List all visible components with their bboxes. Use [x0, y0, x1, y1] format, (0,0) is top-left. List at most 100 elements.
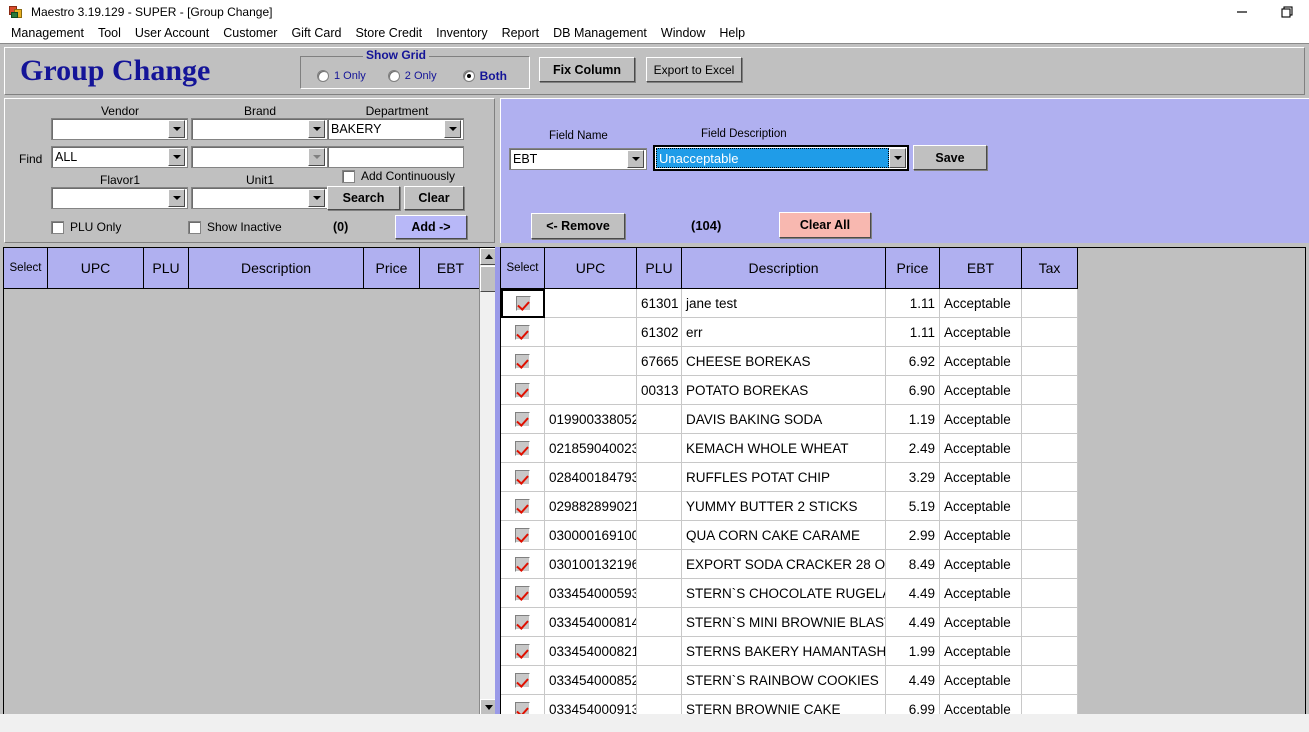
- left-col-select[interactable]: Select: [4, 248, 48, 289]
- show-inactive-checkbox[interactable]: Show Inactive: [188, 220, 282, 234]
- right-selection-grid[interactable]: Select UPC PLU Description Price EBT Tax…: [500, 247, 1306, 732]
- table-row[interactable]: 029882899021 YUMMY BUTTER 2 STICKS 5.19 Acc…: [501, 492, 1305, 521]
- left-grid-vscrollbar[interactable]: [479, 248, 497, 716]
- department-combobox[interactable]: BAKERY: [327, 118, 464, 140]
- table-row[interactable]: 030000169100 QUA CORN CAKE CARAME 2.99 Acce…: [501, 521, 1305, 550]
- row-select-checkbox[interactable]: [501, 463, 545, 492]
- left-col-plu[interactable]: PLU: [144, 248, 189, 289]
- find-combobox[interactable]: ALL: [51, 146, 188, 168]
- add-button[interactable]: Add ->: [395, 215, 467, 239]
- chevron-down-icon[interactable]: [308, 148, 325, 166]
- left-col-price[interactable]: Price: [364, 248, 420, 289]
- right-col-upc[interactable]: UPC: [545, 248, 637, 289]
- maestro-app-icon: [8, 4, 24, 20]
- chevron-down-icon[interactable]: [168, 189, 185, 207]
- brand-combobox[interactable]: [191, 118, 328, 140]
- menu-item-gift-card[interactable]: Gift Card: [284, 24, 348, 43]
- row-select-checkbox[interactable]: [501, 405, 545, 434]
- menu-item-management[interactable]: Management: [4, 24, 91, 43]
- row-select-checkbox[interactable]: [501, 579, 545, 608]
- cell-ebt: Acceptable: [940, 666, 1022, 695]
- plu-only-checkbox[interactable]: PLU Only: [51, 220, 121, 234]
- menu-item-report[interactable]: Report: [495, 24, 547, 43]
- table-row[interactable]: 61302 err 1.11 Acceptable: [501, 318, 1305, 347]
- row-select-checkbox[interactable]: [501, 289, 545, 318]
- menu-item-customer[interactable]: Customer: [216, 24, 284, 43]
- table-row[interactable]: 030100132196 EXPORT SODA CRACKER 28 OZ 8.4…: [501, 550, 1305, 579]
- cell-plu: [637, 434, 682, 463]
- remove-button[interactable]: <- Remove: [531, 213, 625, 239]
- row-select-checkbox[interactable]: [501, 376, 545, 405]
- row-select-checkbox[interactable]: [501, 434, 545, 463]
- table-row[interactable]: 028400184793 RUFFLES POTAT CHIP 3.29 Accept…: [501, 463, 1305, 492]
- right-col-price[interactable]: Price: [886, 248, 940, 289]
- vendor-combobox[interactable]: [51, 118, 188, 140]
- menu-item-help[interactable]: Help: [712, 24, 752, 43]
- find-text-input[interactable]: [327, 146, 464, 168]
- field-description-combobox[interactable]: Unacceptable: [653, 145, 909, 171]
- menu-item-store-credit[interactable]: Store Credit: [348, 24, 429, 43]
- row-select-checkbox[interactable]: [501, 347, 545, 376]
- table-row[interactable]: 00313 POTATO BOREKAS 6.90 Acceptable: [501, 376, 1305, 405]
- radio-1-only-indicator: [317, 70, 329, 82]
- row-select-checkbox[interactable]: [501, 318, 545, 347]
- chevron-down-icon[interactable]: [627, 150, 644, 168]
- left-col-upc[interactable]: UPC: [48, 248, 144, 289]
- left-col-ebt[interactable]: EBT: [420, 248, 482, 289]
- chevron-down-icon[interactable]: [308, 189, 325, 207]
- row-select-checkbox[interactable]: [501, 550, 545, 579]
- row-select-checkbox[interactable]: [501, 637, 545, 666]
- radio-1-only[interactable]: 1 Only: [317, 69, 366, 83]
- table-row[interactable]: 033454000814 STERN`S MINI BROWNIE BLAST 4.…: [501, 608, 1305, 637]
- menu-item-window[interactable]: Window: [654, 24, 712, 43]
- table-row[interactable]: 033454000821 STERNS BAKERY HAMANTASH 1.99 A…: [501, 637, 1305, 666]
- right-col-description[interactable]: Description: [682, 248, 886, 289]
- add-continuously-checkbox[interactable]: Add Continuously: [342, 169, 455, 183]
- row-select-checkbox[interactable]: [501, 666, 545, 695]
- left-col-description[interactable]: Description: [189, 248, 364, 289]
- right-col-ebt[interactable]: EBT: [940, 248, 1022, 289]
- table-row[interactable]: 033454000852 STERN`S RAINBOW COOKIES 4.49 A…: [501, 666, 1305, 695]
- right-col-select[interactable]: Select: [501, 248, 545, 289]
- radio-both[interactable]: Both: [462, 69, 507, 83]
- table-row[interactable]: 033454000593 STERN`S CHOCOLATE RUGELA 4.49…: [501, 579, 1305, 608]
- table-row[interactable]: 021859040023 KEMACH WHOLE WHEAT 2.49 Accept…: [501, 434, 1305, 463]
- row-select-checkbox[interactable]: [501, 608, 545, 637]
- chevron-down-icon[interactable]: [889, 148, 906, 168]
- row-select-checkbox[interactable]: [501, 521, 545, 550]
- right-col-plu[interactable]: PLU: [637, 248, 682, 289]
- field-name-combobox[interactable]: EBT: [509, 148, 647, 170]
- flavor1-combobox[interactable]: [51, 187, 188, 209]
- row-select-checkbox[interactable]: [501, 492, 545, 521]
- fix-column-button[interactable]: Fix Column: [539, 57, 635, 82]
- table-row[interactable]: 67665 CHEESE BOREKAS 6.92 Acceptable: [501, 347, 1305, 376]
- chevron-down-icon[interactable]: [168, 120, 185, 138]
- save-button[interactable]: Save: [913, 145, 987, 170]
- menu-item-inventory[interactable]: Inventory: [429, 24, 494, 43]
- minimize-icon[interactable]: [1219, 0, 1264, 24]
- clear-all-button[interactable]: Clear All: [779, 212, 871, 238]
- unit1-combobox[interactable]: [191, 187, 328, 209]
- restore-icon[interactable]: [1264, 0, 1309, 24]
- clear-button[interactable]: Clear: [404, 186, 464, 210]
- chevron-down-icon[interactable]: [308, 120, 325, 138]
- menu-item-tool[interactable]: Tool: [91, 24, 128, 43]
- table-row[interactable]: 019900338052 DAVIS BAKING SODA 1.19 Accepta…: [501, 405, 1305, 434]
- search-panel: Vendor Brand Department BAKERY Find ALL: [4, 98, 495, 243]
- export-to-excel-button[interactable]: Export to Excel: [646, 57, 742, 82]
- title-bar: Maestro 3.19.129 - SUPER - [Group Change…: [0, 0, 1309, 24]
- radio-2-only[interactable]: 2 Only: [387, 69, 437, 83]
- department-value: BAKERY: [331, 122, 382, 136]
- right-col-tax[interactable]: Tax: [1022, 248, 1078, 289]
- left-results-grid[interactable]: Select UPC PLU Description Price EBT: [3, 247, 497, 732]
- find-brand-combobox[interactable]: [191, 146, 328, 168]
- chevron-down-icon[interactable]: [444, 120, 461, 138]
- table-row[interactable]: 61301 jane test 1.11 Acceptable: [501, 289, 1305, 318]
- cell-plu: [637, 550, 682, 579]
- chevron-down-icon[interactable]: [168, 148, 185, 166]
- menu-item-db-management[interactable]: DB Management: [546, 24, 654, 43]
- cell-tax: [1022, 550, 1078, 579]
- menu-item-user-account[interactable]: User Account: [128, 24, 216, 43]
- cell-ebt: Acceptable: [940, 347, 1022, 376]
- search-button[interactable]: Search: [327, 186, 400, 210]
